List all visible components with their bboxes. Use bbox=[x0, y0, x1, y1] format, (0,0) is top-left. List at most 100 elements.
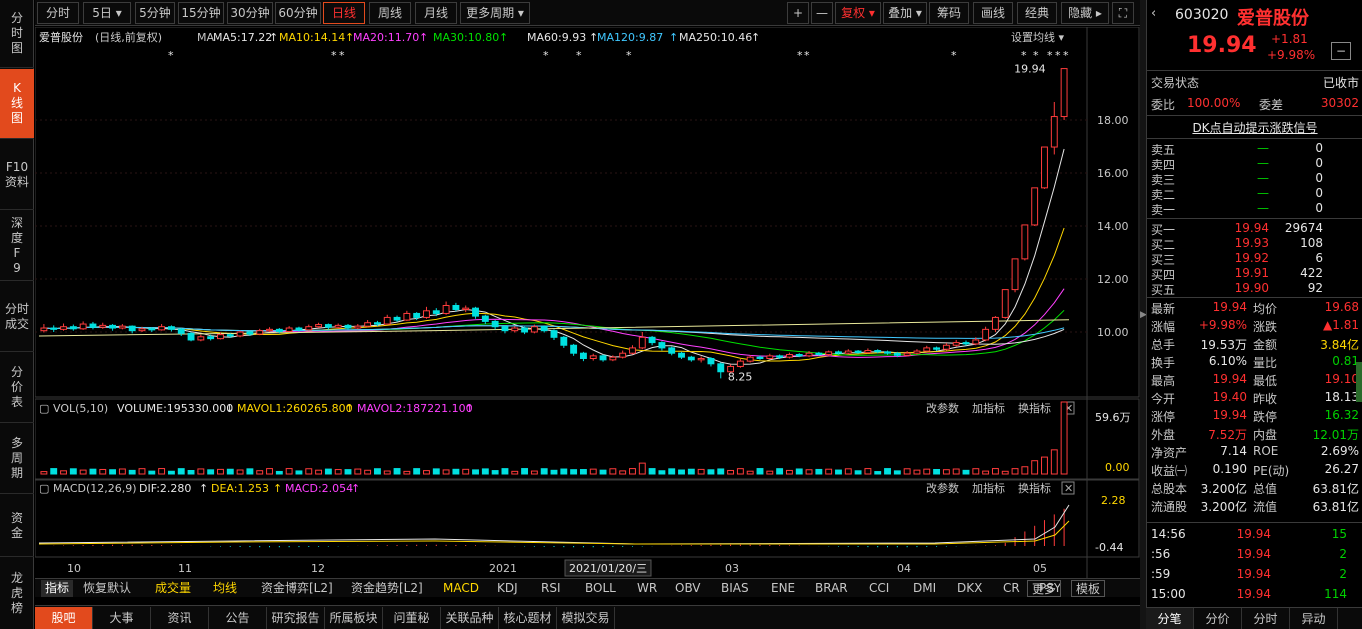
event-marker-icon[interactable]: * bbox=[804, 49, 810, 62]
dk-signal-link[interactable]: DK点自动提示涨跌信号 bbox=[1147, 119, 1362, 136]
vol-edit-params-button[interactable]: 改参数 bbox=[926, 401, 959, 415]
volume-bar bbox=[364, 469, 372, 475]
tab-funds[interactable]: 资金 bbox=[0, 495, 34, 557]
event-marker-icon[interactable]: * bbox=[339, 49, 345, 62]
event-marker-icon[interactable]: * bbox=[1021, 49, 1027, 62]
tab-depth[interactable]: 深度F9 bbox=[0, 211, 34, 281]
event-marker-icon[interactable]: * bbox=[1033, 49, 1039, 62]
bottom-tab[interactable]: 核心题材 bbox=[499, 607, 557, 629]
time-axis: 10 11 12 2021 03 04 05 bbox=[67, 562, 1047, 575]
indicator-tab[interactable]: DMI bbox=[913, 580, 936, 597]
indicator-tab[interactable]: DKX bbox=[957, 580, 982, 597]
candle-body bbox=[423, 310, 430, 318]
indicator-tab[interactable]: 成交量 bbox=[155, 580, 191, 597]
indicator-tab[interactable]: WR bbox=[637, 580, 657, 597]
close-icon[interactable]: ✕ bbox=[1064, 482, 1073, 495]
minimize-icon[interactable]: − bbox=[1331, 42, 1351, 60]
tab-f10[interactable]: F10资料 bbox=[0, 140, 34, 210]
indicator-tab[interactable]: 指标 bbox=[41, 580, 74, 597]
indicator-tab[interactable]: 更多 bbox=[1027, 580, 1062, 597]
macd-edit-params-button[interactable]: 改参数 bbox=[926, 481, 959, 495]
candle-body bbox=[678, 352, 685, 358]
period-weekly-button[interactable]: 周线 bbox=[369, 2, 411, 24]
macd-settings-icon[interactable]: ▢ bbox=[39, 482, 49, 495]
indicator-tab[interactable]: 模板 bbox=[1071, 580, 1106, 597]
classic-button[interactable]: 经典 bbox=[1017, 2, 1057, 24]
tab-dragon-tiger[interactable]: 龙虎榜 bbox=[0, 558, 34, 629]
indicator-tab[interactable]: BRAR bbox=[815, 580, 848, 597]
tab-price-table[interactable]: 分价表 bbox=[0, 353, 34, 423]
candle-body bbox=[491, 320, 499, 328]
draw-line-button[interactable]: 画线 bbox=[973, 2, 1013, 24]
period-15min-button[interactable]: 15分钟 bbox=[178, 2, 224, 24]
back-arrow-icon[interactable]: ‹ bbox=[1151, 6, 1156, 21]
period-intraday-button[interactable]: 分时 bbox=[37, 2, 79, 24]
event-marker-icon[interactable]: * bbox=[797, 49, 803, 62]
indicator-tab[interactable]: CR bbox=[1003, 580, 1020, 597]
indicator-tab[interactable]: KDJ bbox=[497, 580, 518, 597]
quote-detail-tab[interactable]: 分时 bbox=[1242, 608, 1290, 629]
period-daily-button[interactable]: 日线 bbox=[323, 2, 365, 24]
macd-switch-indicator-button[interactable]: 换指标 bbox=[1018, 481, 1051, 495]
event-marker-icon[interactable]: * bbox=[1055, 49, 1061, 62]
period-5min-button[interactable]: 5分钟 bbox=[135, 2, 175, 24]
indicator-tab[interactable]: 恢复默认 bbox=[83, 580, 131, 597]
period-5day-button[interactable]: 5日 ▾ bbox=[83, 2, 131, 24]
period-30min-button[interactable]: 30分钟 bbox=[227, 2, 273, 24]
tab-kline[interactable]: K线图 bbox=[0, 69, 34, 139]
indicator-tab[interactable]: BOLL bbox=[585, 580, 616, 597]
volume-bar bbox=[884, 468, 891, 475]
chips-button[interactable]: 筹码 bbox=[929, 2, 969, 24]
adjust-rights-button[interactable]: 复权 ▾ bbox=[835, 2, 881, 24]
event-marker-icon[interactable]: * bbox=[626, 49, 632, 62]
indicator-tab[interactable]: 资金趋势[L2] bbox=[351, 580, 423, 597]
event-marker-icon[interactable]: * bbox=[168, 49, 174, 62]
quote-detail-tab[interactable]: 分价 bbox=[1194, 608, 1242, 629]
more-periods-button[interactable]: 更多周期 ▾ bbox=[460, 2, 530, 24]
event-marker-icon[interactable]: * bbox=[576, 49, 582, 62]
tab-multi-period[interactable]: 多周期 bbox=[0, 424, 34, 494]
vol-add-indicator-button[interactable]: 加指标 bbox=[972, 401, 1005, 415]
indicator-tab[interactable]: OBV bbox=[675, 580, 701, 597]
bottom-tab[interactable]: 研究报告 bbox=[267, 607, 325, 629]
bottom-tab[interactable]: 大事 bbox=[93, 607, 151, 629]
vol-settings-icon[interactable]: ▢ bbox=[39, 402, 49, 415]
bottom-tab[interactable]: 问董秘 bbox=[383, 607, 441, 629]
event-marker-icon[interactable]: * bbox=[1063, 49, 1069, 62]
overlay-button[interactable]: 叠加 ▾ bbox=[883, 2, 927, 24]
vol-switch-indicator-button[interactable]: 换指标 bbox=[1018, 401, 1051, 415]
indicator-tab[interactable]: MACD bbox=[443, 580, 479, 597]
indicator-tab[interactable]: 资金博弈[L2] bbox=[261, 580, 333, 597]
period-monthly-button[interactable]: 月线 bbox=[415, 2, 457, 24]
indicator-tab[interactable]: BIAS bbox=[721, 580, 749, 597]
zoom-out-button[interactable]: — bbox=[811, 2, 833, 24]
candle-body bbox=[540, 326, 548, 332]
tab-intraday[interactable]: 分时图 bbox=[0, 0, 34, 68]
event-marker-icon[interactable]: * bbox=[331, 49, 337, 62]
indicator-tab[interactable]: ENE bbox=[771, 580, 795, 597]
bottom-tab[interactable]: 所属板块 bbox=[325, 607, 383, 629]
indicator-tab[interactable]: RSI bbox=[541, 580, 561, 597]
bottom-tab[interactable]: 模拟交易 bbox=[557, 607, 615, 629]
bottom-tab[interactable]: 关联品种 bbox=[441, 607, 499, 629]
period-60min-button[interactable]: 60分钟 bbox=[275, 2, 321, 24]
quote-detail-tab[interactable]: 异动 bbox=[1290, 608, 1338, 629]
event-marker-icon[interactable]: * bbox=[543, 49, 549, 62]
event-marker-icon[interactable]: * bbox=[951, 49, 957, 62]
tab-time-trades[interactable]: 分时成交 bbox=[0, 282, 34, 352]
hide-button[interactable]: 隐藏 ▸ bbox=[1061, 2, 1109, 24]
indicator-tab[interactable]: CCI bbox=[869, 580, 889, 597]
fullscreen-icon[interactable]: ⛶ bbox=[1112, 2, 1134, 24]
orderbook-row[interactable]: 卖一 — 0 bbox=[1147, 201, 1362, 219]
event-marker-icon[interactable]: * bbox=[1047, 49, 1053, 62]
macd-add-indicator-button[interactable]: 加指标 bbox=[972, 481, 1005, 495]
kline-chart[interactable]: 18.0016.0014.0012.0010.00 * * * * * * * * * * * * * *… bbox=[35, 27, 1140, 578]
bottom-tab[interactable]: 资讯 bbox=[151, 607, 209, 629]
zoom-in-button[interactable]: + bbox=[787, 2, 809, 24]
ma-setting-button[interactable]: 设置均线 ▾ bbox=[1011, 30, 1064, 44]
indicator-tab[interactable]: 均线 bbox=[213, 580, 237, 597]
bottom-tab[interactable]: 公告 bbox=[209, 607, 267, 629]
scrollbar-thumb[interactable] bbox=[1356, 362, 1362, 402]
bottom-tab[interactable]: 股吧 bbox=[35, 607, 93, 629]
quote-detail-tab[interactable]: 分笔 bbox=[1146, 608, 1194, 629]
